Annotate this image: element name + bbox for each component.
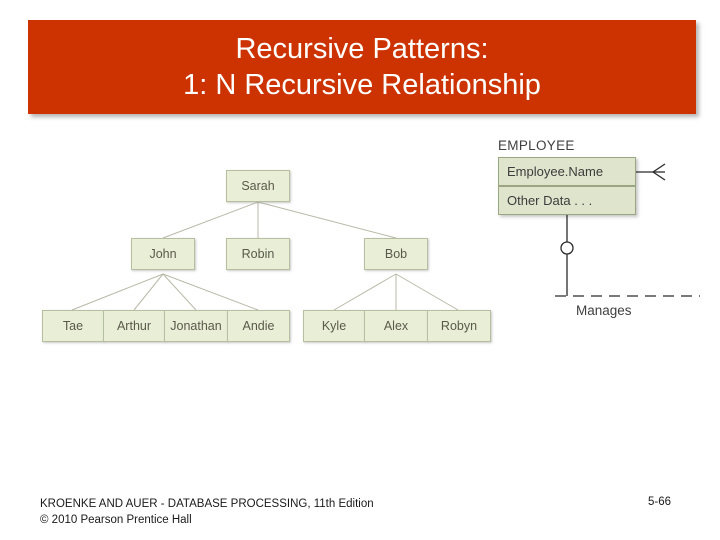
tree-node[interactable]: Sarah xyxy=(226,170,290,202)
relationship-label: Manages xyxy=(576,303,632,318)
title-banner: Recursive Patterns: 1: N Recursive Relat… xyxy=(28,20,696,114)
tree-node[interactable]: Bob xyxy=(364,238,428,270)
tree-node[interactable]: Robyn xyxy=(427,310,491,342)
tree-node[interactable]: Kyle xyxy=(303,310,365,342)
page-title: Recursive Patterns: 1: N Recursive Relat… xyxy=(183,33,541,101)
tree-node[interactable]: Arthur xyxy=(103,310,165,342)
tree-node[interactable]: John xyxy=(131,238,195,270)
tree-node[interactable]: Jonathan xyxy=(164,310,228,342)
tree-node[interactable]: Alex xyxy=(364,310,428,342)
tree-node[interactable]: Tae xyxy=(42,310,104,342)
er-diagram: EMPLOYEE Employee.Name Other Data . . . … xyxy=(495,138,710,328)
footer-credit: KROENKE AND AUER - DATABASE PROCESSING, … xyxy=(40,498,374,526)
tree-node[interactable]: Andie xyxy=(227,310,290,342)
relationship-connector-lines xyxy=(555,163,700,297)
tree-node[interactable]: Robin xyxy=(226,238,290,270)
footer-page-number: 5-66 xyxy=(648,496,672,508)
org-chart-tree: Sarah John Robin Bob Tae Arthur Jonathan… xyxy=(36,150,506,370)
